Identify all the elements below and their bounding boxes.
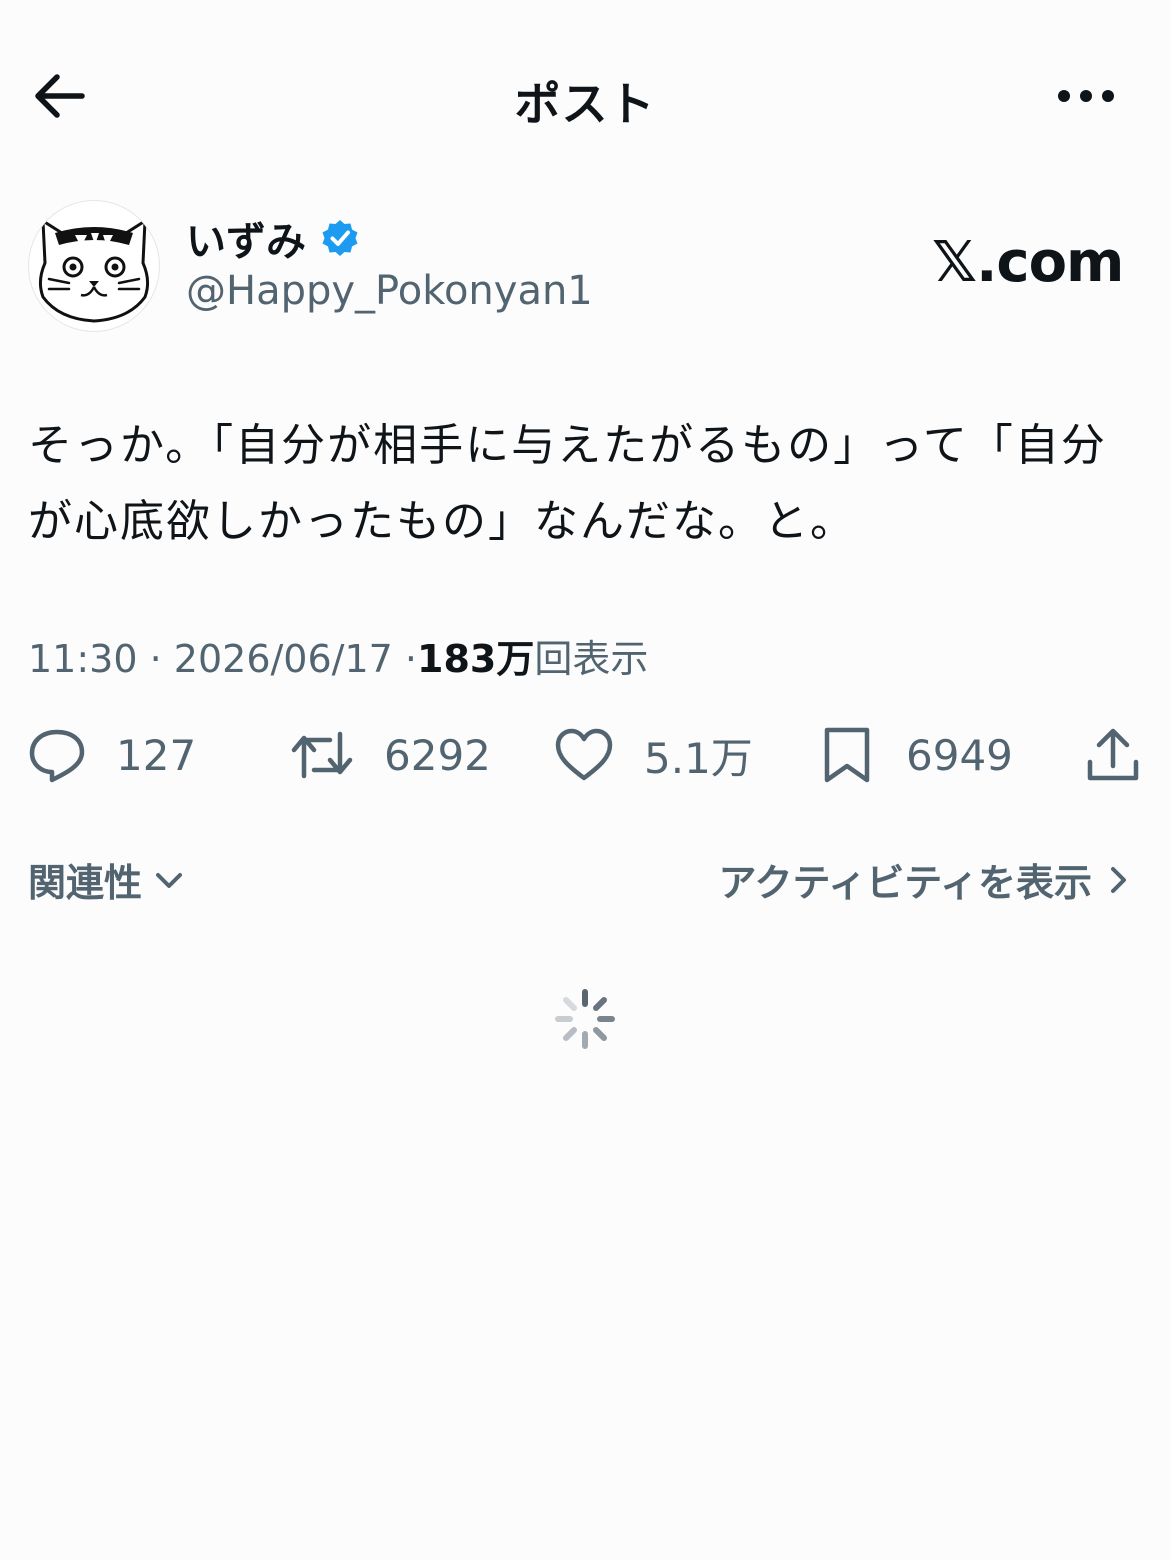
avatar[interactable] xyxy=(28,200,160,332)
chevron-right-icon xyxy=(1111,866,1126,893)
activity-label: アクティビティを表示 xyxy=(718,861,1092,905)
chevron-down-icon xyxy=(156,872,183,888)
display-name[interactable]: いずみ xyxy=(186,209,306,267)
share-button[interactable] xyxy=(1084,720,1142,790)
action-bar: 127 6292 5.1万 6949 xyxy=(0,720,1170,800)
repost-count: 6292 xyxy=(384,730,491,780)
meta-separator: · xyxy=(404,637,418,681)
views-label: 回表示 xyxy=(534,637,649,681)
loading-spinner-icon xyxy=(555,989,615,1049)
views-count: 183万 xyxy=(417,637,535,681)
reply-count: 127 xyxy=(116,730,197,780)
top-bar: ポスト xyxy=(0,0,1170,190)
bookmark-count: 6949 xyxy=(906,730,1013,780)
author-name-row[interactable]: いずみ xyxy=(186,210,360,266)
share-icon xyxy=(1087,728,1139,781)
ellipsis-icon xyxy=(1058,90,1114,102)
post-detail-page: ポスト いずみ @Happy_Pokonyan1 𝕏.com そっか。「自分が相… xyxy=(0,0,1170,1560)
like-count: 5.1万 xyxy=(644,733,753,783)
view-activity-link[interactable]: アクティビティを表示 xyxy=(718,852,1134,907)
reply-icon xyxy=(29,729,85,783)
heart-icon xyxy=(555,728,613,781)
post-date[interactable]: 2026/06/17 xyxy=(174,637,393,681)
bookmark-button[interactable]: 6949 xyxy=(818,720,1013,790)
more-options-button[interactable] xyxy=(1056,84,1116,108)
post-text: そっか。「自分が相手に与えたがるもの」って「自分が心底欲しかったもの」なんだな。… xyxy=(28,420,1107,547)
cat-avatar-icon xyxy=(38,219,150,323)
reply-button[interactable]: 127 xyxy=(28,720,196,790)
like-button[interactable]: 5.1万 xyxy=(554,720,753,790)
post-meta: 11:30 · 2026/06/17 ·183万回表示 xyxy=(28,628,648,683)
x-com-brand-label: 𝕏.com xyxy=(932,230,1124,295)
page-title: ポスト xyxy=(514,77,656,131)
sort-label: 関連性 xyxy=(28,861,143,905)
bookmark-icon xyxy=(824,727,870,783)
meta-separator: · xyxy=(149,637,162,681)
repost-button[interactable]: 6292 xyxy=(290,720,491,790)
verified-badge-icon xyxy=(322,220,358,256)
author-handle[interactable]: @Happy_Pokonyan1 xyxy=(186,268,593,314)
sort-relevance-button[interactable]: 関連性 xyxy=(28,852,186,907)
repost-icon xyxy=(291,731,353,779)
post-time[interactable]: 11:30 xyxy=(28,637,138,681)
